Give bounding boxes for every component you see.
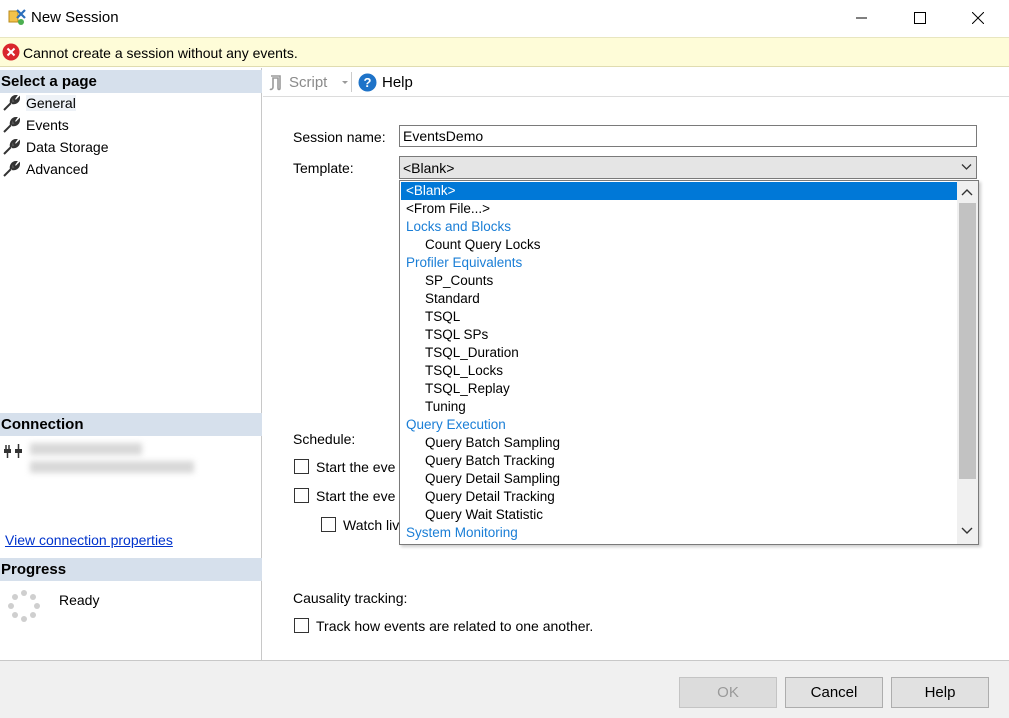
- dropdown-option[interactable]: Query Batch Tracking: [401, 452, 957, 470]
- dropdown-category[interactable]: Locks and Blocks: [401, 218, 957, 236]
- help-button[interactable]: Help: [891, 677, 989, 708]
- template-dropdown-list[interactable]: <Blank> <From File...> Locks and Blocks Cou…: [399, 180, 979, 545]
- scrollbar-thumb[interactable]: [959, 203, 976, 479]
- help-toolbar-button[interactable]: ? Help: [358, 68, 413, 97]
- start-event-checkbox-2[interactable]: [294, 488, 309, 503]
- left-panel: Select a page General Events Data Storag…: [0, 68, 262, 660]
- dropdown-category[interactable]: Profiler Equivalents: [401, 254, 957, 272]
- dropdown-option[interactable]: TSQL: [401, 308, 957, 326]
- session-name-input[interactable]: EventsDemo: [399, 125, 977, 147]
- wrench-icon: [3, 160, 20, 177]
- connection-header: Connection: [0, 413, 262, 436]
- ok-button[interactable]: OK: [679, 677, 777, 708]
- dropdown-option[interactable]: Standard: [401, 290, 957, 308]
- app-icon: [8, 9, 26, 25]
- cancel-button[interactable]: Cancel: [785, 677, 883, 708]
- close-icon: [972, 12, 984, 24]
- template-selected-value: <Blank>: [403, 160, 455, 176]
- page-item-data-storage[interactable]: Data Storage: [2, 137, 109, 157]
- dropdown-option[interactable]: TSQL SPs: [401, 326, 957, 344]
- dropdown-category[interactable]: Query Execution: [401, 416, 957, 434]
- dropdown-items: <Blank> <From File...> Locks and Blocks Cou…: [401, 182, 957, 544]
- dropdown-scrollbar[interactable]: [957, 181, 978, 544]
- close-button[interactable]: [949, 0, 1007, 36]
- progress-header: Progress: [0, 558, 262, 581]
- help-toolbar-label: Help: [382, 74, 413, 91]
- footer: OK Cancel Help: [0, 660, 1009, 718]
- help-icon: ?: [358, 73, 377, 92]
- start-event-label-2: Start the eve: [316, 488, 396, 504]
- watch-live-checkbox[interactable]: [321, 517, 336, 532]
- window-title: New Session: [31, 9, 119, 26]
- wrench-icon: [3, 116, 20, 133]
- svg-text:?: ?: [364, 75, 372, 90]
- chevron-down-icon: [961, 164, 972, 170]
- page-item-label: Data Storage: [26, 139, 109, 155]
- start-event-label-1: Start the eve: [316, 459, 396, 475]
- chevron-down-icon: [342, 80, 349, 84]
- dropdown-option[interactable]: TSQL_Duration: [401, 344, 957, 362]
- page-item-label: General: [26, 95, 76, 111]
- dropdown-option[interactable]: Query Detail Sampling: [401, 470, 957, 488]
- page-item-label: Events: [26, 117, 69, 133]
- connection-icon: [4, 444, 22, 458]
- dropdown-category[interactable]: System Monitoring: [401, 524, 957, 542]
- dropdown-option[interactable]: <Blank>: [401, 182, 957, 200]
- view-connection-properties-link[interactable]: View connection properties: [5, 532, 173, 548]
- schedule-label: Schedule:: [293, 431, 356, 447]
- page-item-advanced[interactable]: Advanced: [2, 159, 88, 179]
- page-item-events[interactable]: Events: [2, 115, 69, 135]
- maximize-button[interactable]: [891, 0, 949, 36]
- dropdown-option[interactable]: SP_Counts: [401, 272, 957, 290]
- dropdown-option[interactable]: Query Wait Statistic: [401, 506, 957, 524]
- toolbar: Script ? Help: [263, 68, 1009, 97]
- error-bar: Cannot create a session without any even…: [0, 37, 1009, 67]
- watch-live-label: Watch liv: [343, 517, 400, 533]
- template-combo[interactable]: <Blank>: [399, 156, 977, 179]
- start-event-checkbox-1[interactable]: [294, 459, 309, 474]
- chevron-down-icon[interactable]: [960, 526, 974, 536]
- wrench-icon: [3, 94, 20, 111]
- dropdown-option[interactable]: Tuning: [401, 398, 957, 416]
- progress-status: Ready: [59, 592, 100, 608]
- dropdown-option[interactable]: Query Batch Sampling: [401, 434, 957, 452]
- title-bar: New Session: [0, 0, 1009, 36]
- page-item-general[interactable]: General: [2, 93, 76, 113]
- dropdown-option[interactable]: TSQL_Replay: [401, 380, 957, 398]
- wrench-icon: [3, 138, 20, 155]
- chevron-up-icon[interactable]: [960, 187, 974, 197]
- dropdown-option[interactable]: TSQL_Locks: [401, 362, 957, 380]
- track-events-label: Track how events are related to one anot…: [316, 618, 594, 634]
- template-label: Template:: [293, 160, 354, 176]
- track-events-checkbox[interactable]: [294, 618, 309, 633]
- select-page-header: Select a page: [0, 70, 262, 93]
- error-icon: [2, 43, 20, 61]
- dropdown-option[interactable]: Count Query Locks: [401, 236, 957, 254]
- dropdown-option[interactable]: <From File...>: [401, 200, 957, 218]
- connection-user-redacted: [30, 461, 194, 473]
- script-button[interactable]: Script: [267, 68, 349, 97]
- connection-server-redacted: [30, 443, 142, 455]
- minimize-icon: [856, 17, 867, 19]
- maximize-icon: [914, 12, 926, 24]
- minimize-button[interactable]: [833, 0, 891, 36]
- script-label: Script: [289, 74, 328, 91]
- page-item-label: Advanced: [26, 161, 89, 177]
- error-message: Cannot create a session without any even…: [23, 45, 298, 61]
- toolbar-separator: [351, 72, 352, 92]
- dropdown-option[interactable]: Query Detail Tracking: [401, 488, 957, 506]
- progress-spinner-icon: [8, 590, 40, 622]
- causality-tracking-label: Causality tracking:: [293, 590, 408, 606]
- session-name-label: Session name:: [293, 129, 386, 145]
- script-icon: [269, 74, 281, 90]
